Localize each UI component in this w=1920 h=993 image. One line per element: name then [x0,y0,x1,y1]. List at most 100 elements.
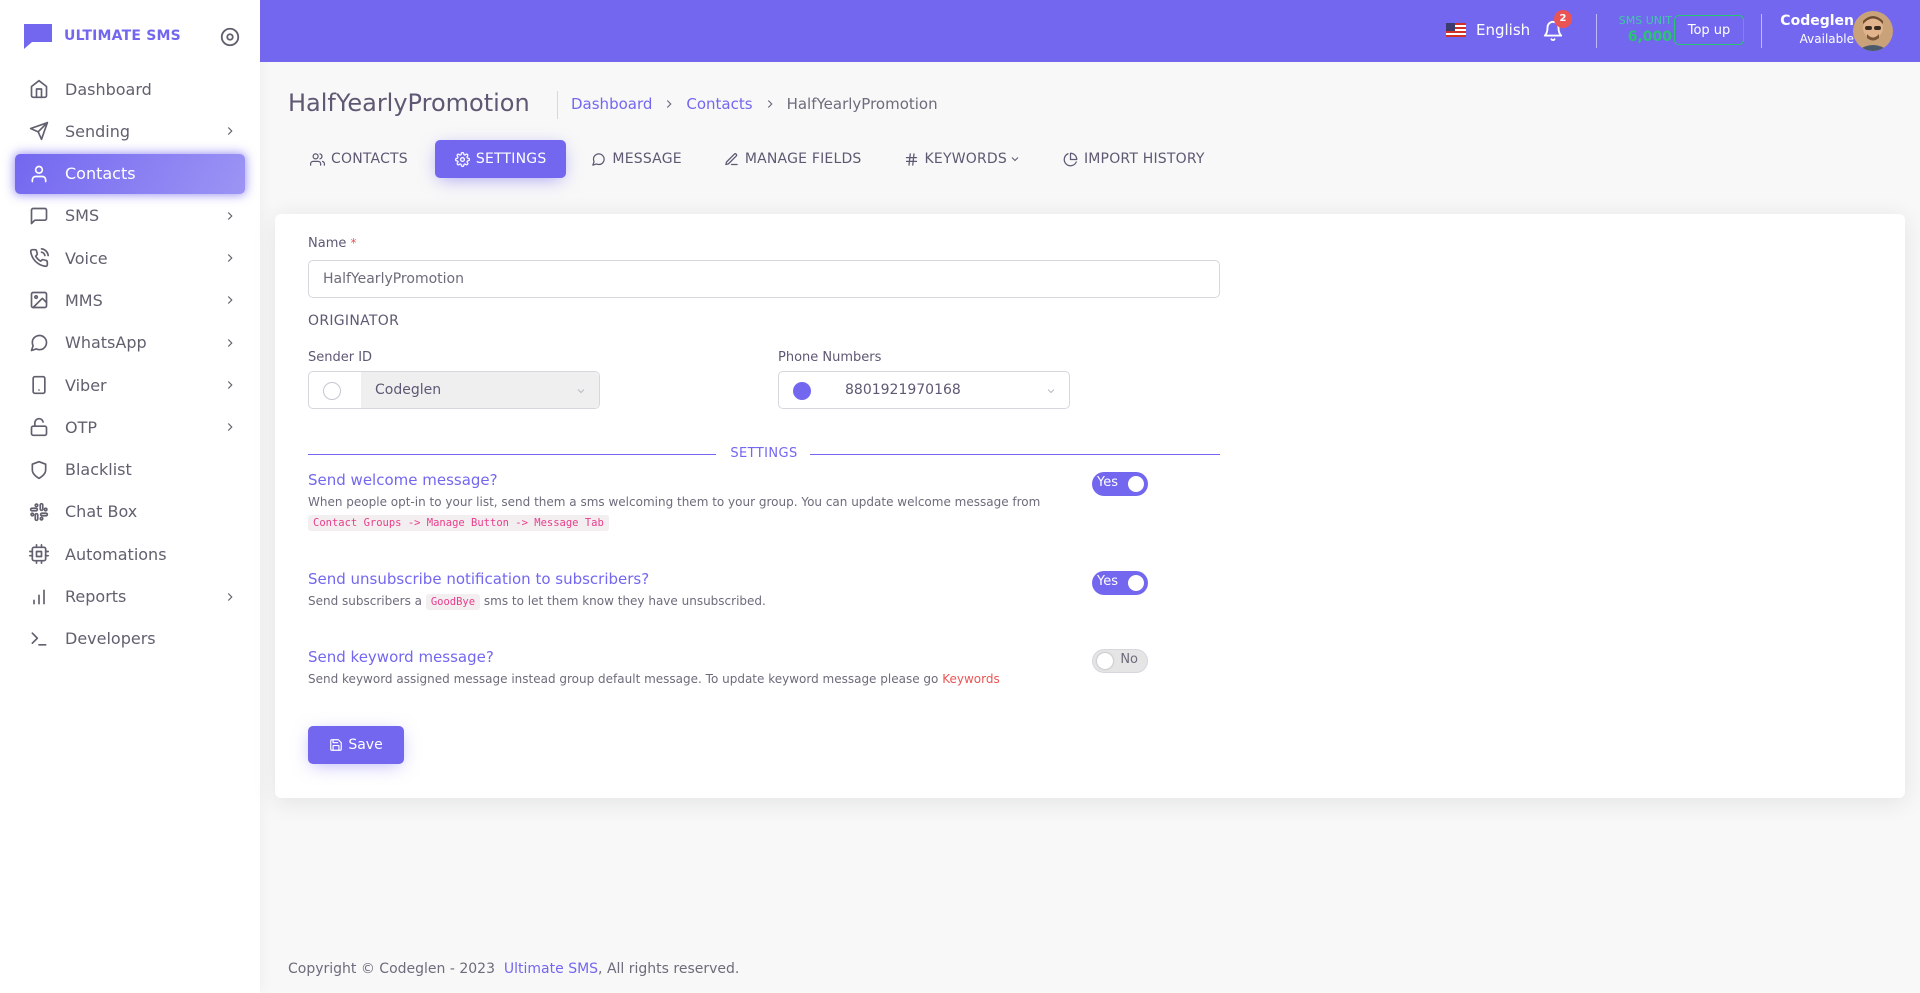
goodbye-tag: GoodBye [425,594,481,610]
logo-icon [24,24,52,49]
chevron-down-icon [1047,389,1055,394]
language-label: English [1476,21,1531,39]
sidebar-item-voice[interactable]: Voice [15,238,245,278]
sidebar-item-label: Sending [65,121,131,141]
sidebar-item-whatsapp[interactable]: WhatsApp [15,323,245,363]
phone-numbers-value: 8801921970168 [845,382,961,398]
hash-icon [905,152,917,166]
welcome-message-desc: When people opt-in to your list, send th… [308,492,1088,532]
phone-numbers-radio[interactable] [793,382,811,400]
keywords-link[interactable]: Keywords [942,672,1000,686]
sidebar-item-sms[interactable]: SMS [15,196,245,236]
save-button[interactable]: Save [308,726,404,764]
shield-icon [31,460,47,479]
sidebar-item-label: Voice [65,248,108,268]
sidebar-item-label: Developers [65,629,156,649]
sidebar-collapse-toggle[interactable] [219,26,241,48]
phone-numbers-label: Phone Numbers [778,350,882,365]
sidebar-item-mms[interactable]: MMS [15,280,245,320]
sidebar-item-reports[interactable]: Reports [15,577,245,617]
tab-message[interactable]: MESSAGE [576,140,696,178]
unsubscribe-desc-after: sms to let them know they have unsubscri… [483,594,766,608]
keyword-desc-text: Send keyword assigned message instead gr… [308,672,939,686]
chevron-right-icon [227,338,233,347]
avatar[interactable] [1853,11,1893,51]
footer: Copyright © Codeglen - 2023 Ultimate SMS… [288,961,739,977]
welcome-message-toggle[interactable]: Yes [1092,472,1148,496]
breadcrumb-dashboard[interactable]: Dashboard [571,95,652,113]
sidebar-item-automations[interactable]: Automations [15,534,245,574]
brand-name: ULTIMATE SMS [64,28,181,44]
chevron-right-icon [227,211,233,220]
unsubscribe-notification-desc: Send subscribers a GoodBye sms to let th… [308,591,766,611]
sidebar-nav: Dashboard Sending Contacts SMS Voice MMS [15,69,245,661]
sidebar-item-contacts[interactable]: Contacts [15,153,245,194]
save-icon [330,739,343,751]
settings-card: Name * ORIGINATOR Sender ID Codeglen Pho… [275,214,1905,798]
disc-icon [220,27,240,47]
sidebar-item-developers[interactable]: Developers [15,619,245,659]
topbar: English 2 SMS UNIT 6,000 Top up Codeglen… [260,0,1920,62]
sms-units-label: SMS UNIT [1618,14,1672,27]
tab-label: MESSAGE [612,151,682,167]
chevron-right-icon [227,423,233,432]
sidebar-item-blacklist[interactable]: Blacklist [15,450,245,490]
keyword-message-toggle[interactable]: No [1092,649,1148,673]
user-info[interactable]: Codeglen Available [1760,12,1854,47]
us-flag-icon [1446,23,1466,37]
tab-keywords[interactable]: KEYWORDS [889,140,1036,178]
toggle-text: Yes [1097,574,1118,589]
unsubscribe-notification-toggle[interactable]: Yes [1092,571,1148,595]
phone-numbers-select[interactable]: 8801921970168 [778,371,1070,409]
footer-link[interactable]: Ultimate SMS [504,961,598,977]
edit-icon [725,152,738,165]
sidebar-item-dashboard[interactable]: Dashboard [15,69,245,109]
sms-units-value: 6,000 [1627,29,1672,45]
image-icon [30,292,48,309]
breadcrumb-contacts[interactable]: Contacts [686,95,752,113]
tab-manage-fields[interactable]: MANAGE FIELDS [709,140,877,178]
tab-contacts[interactable]: CONTACTS [295,140,423,178]
welcome-message-desc-text: When people opt-in to your list, send th… [308,495,1041,509]
chevron-down-icon [577,389,585,394]
bar-chart-icon [33,589,45,605]
tab-import-history[interactable]: IMPORT HISTORY [1048,140,1220,178]
user-status: Available [1799,32,1854,46]
message-circle-icon [30,334,48,352]
sender-id-select[interactable]: Codeglen [308,371,600,409]
keyword-message-title: Send keyword message? [308,648,494,666]
home-icon [30,79,48,99]
tabs: CONTACTS SETTINGS MESSAGE MANAGE FIELDS … [295,140,1230,178]
send-icon [29,122,49,141]
chevron-right-icon [227,296,233,305]
settings-icon [454,151,470,167]
sidebar-item-label: Blacklist [65,460,132,480]
sidebar-item-label: Viber [65,375,107,395]
message-square-icon [30,207,48,225]
sidebar: ULTIMATE SMS Dashboard Sending Contacts … [0,0,260,993]
name-input[interactable] [308,260,1220,298]
chevron-down-icon [1011,157,1019,162]
toggle-text: No [1120,652,1138,667]
sender-id-radio[interactable] [323,382,341,400]
language-selector[interactable]: English [1446,21,1530,39]
brand[interactable]: ULTIMATE SMS [22,22,181,50]
avatar-image [1853,11,1893,51]
sidebar-item-label: Reports [65,587,127,607]
top-up-button[interactable]: Top up [1674,15,1744,45]
user-icon [31,165,47,182]
sidebar-item-chat-box[interactable]: Chat Box [15,492,245,532]
chevron-right-icon [667,100,672,108]
sidebar-item-otp[interactable]: OTP [15,407,245,447]
users-icon [310,152,325,166]
tab-settings[interactable]: SETTINGS [434,140,567,178]
sidebar-item-label: WhatsApp [65,333,147,353]
tablet-icon [32,375,46,395]
toggle-knob [1097,653,1113,669]
sidebar-item-viber[interactable]: Viber [15,365,245,405]
sender-id-value: Codeglen [375,382,442,398]
sidebar-item-sending[interactable]: Sending [15,111,245,151]
chevron-right-icon [227,254,233,263]
breadcrumb: Dashboard Contacts HalfYearlyPromotion [571,95,938,113]
sidebar-item-label: Contacts [65,164,136,184]
